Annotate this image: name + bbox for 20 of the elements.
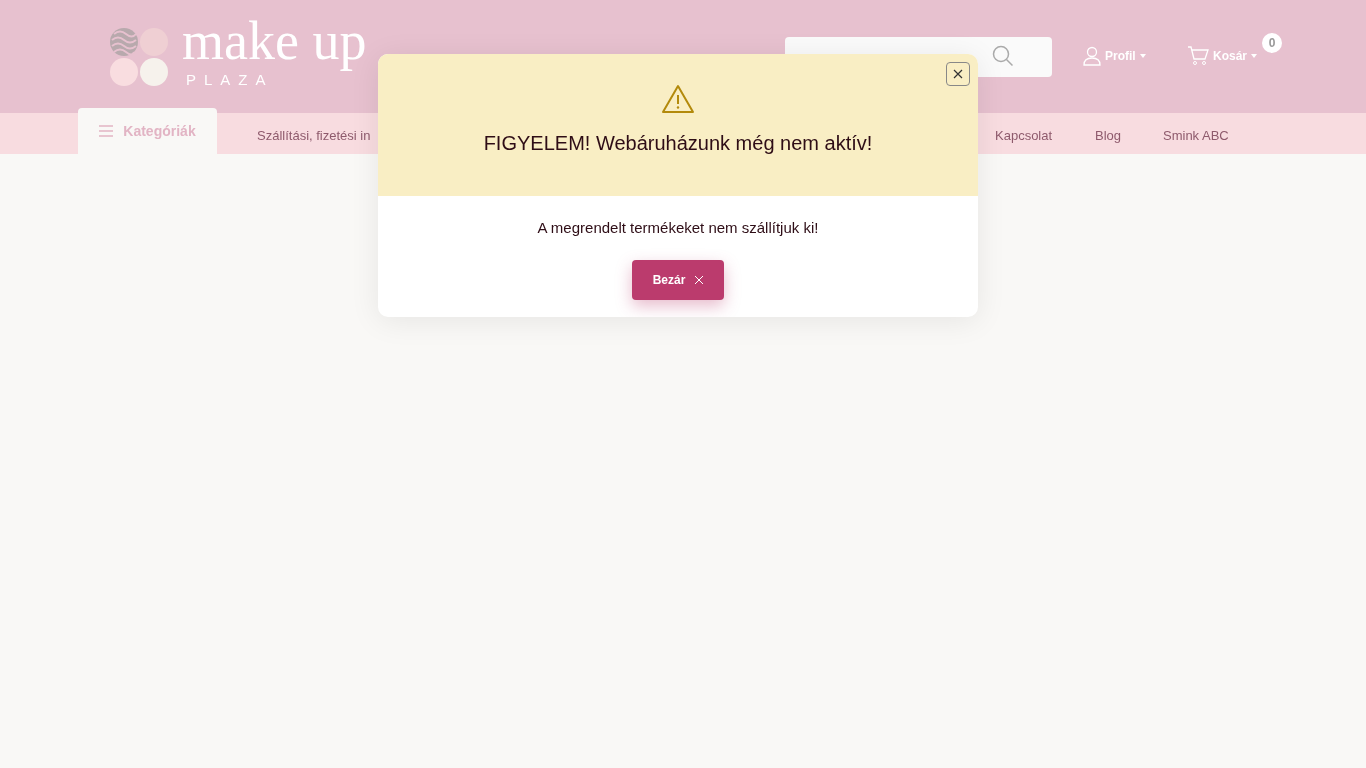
logo-text: make up [182, 13, 367, 70]
caret-icon [1251, 54, 1257, 58]
logo-subtitle: PLAZA [185, 70, 275, 91]
modal-message: A megrendelt termékeket nem szállítjuk ki! [537, 218, 819, 238]
menu-icon [99, 125, 114, 137]
nav-link[interactable]: Kapcsolat [995, 126, 1053, 146]
cart-count-badge: 0 [1262, 33, 1282, 53]
close-icon [953, 69, 963, 79]
close-icon [695, 275, 704, 284]
logo-icon [110, 27, 168, 86]
nav-link[interactable]: Szállítási, fizetési in [257, 126, 371, 146]
close-modal-button[interactable]: Bezár [631, 259, 725, 300]
close-button[interactable] [946, 62, 970, 86]
nav-link[interactable]: Smink ABC [1163, 126, 1229, 146]
nav-link[interactable]: Blog [1095, 126, 1122, 146]
caret-icon [1139, 54, 1146, 58]
cart-icon [1187, 46, 1209, 66]
user-icon [1083, 46, 1101, 66]
warning-icon [661, 84, 695, 114]
modal-title: FIGYELEM! Webáruházunk még nem aktív! [483, 131, 873, 156]
